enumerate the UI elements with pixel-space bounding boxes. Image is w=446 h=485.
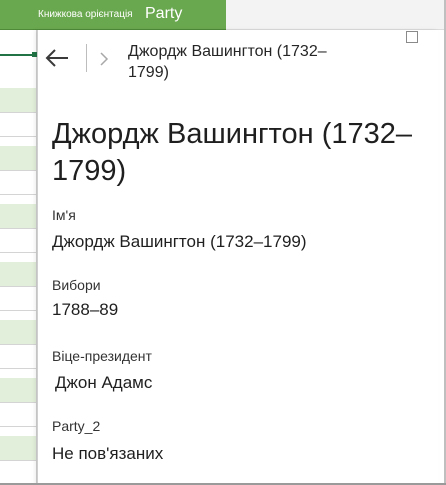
- sheet-row[interactable]: [0, 436, 36, 461]
- sheet-row[interactable]: [0, 378, 36, 403]
- arrow-left-icon: [45, 49, 68, 67]
- spreadsheet-column-strip[interactable]: [0, 30, 37, 485]
- field-label-vice-president: Віце-президент: [52, 348, 152, 364]
- field-value-name: Джордж Вашингтон (1732–1799): [52, 232, 307, 251]
- field-value-party: Не пов'язаних: [52, 444, 164, 463]
- sheet-row[interactable]: [0, 286, 36, 311]
- sheet-row[interactable]: [0, 344, 36, 369]
- forward-button[interactable]: [96, 48, 112, 70]
- chevron-right-icon: [100, 52, 109, 66]
- sheet-row[interactable]: [0, 88, 36, 113]
- sheet-row[interactable]: [0, 228, 36, 253]
- sheet-row[interactable]: [0, 460, 36, 485]
- sheet-row[interactable]: [0, 402, 36, 427]
- field-value-vice-president: Джон Адамс: [55, 373, 153, 392]
- sheet-row[interactable]: [0, 112, 36, 137]
- sheet-row[interactable]: [0, 170, 36, 195]
- sheet-row[interactable]: [0, 262, 36, 287]
- record-card-pane: Джордж Вашингтон (1732–1799) Джордж Ваши…: [37, 30, 438, 485]
- back-button[interactable]: [43, 44, 71, 72]
- nav-separator: [86, 44, 87, 72]
- tab-party[interactable]: Party: [145, 5, 182, 23]
- field-label-party: Party_2: [52, 418, 101, 434]
- sheet-row[interactable]: [0, 320, 36, 345]
- sheet-row[interactable]: [0, 204, 36, 229]
- sheet-row[interactable]: [0, 30, 36, 55]
- card-header-title: Джордж Вашингтон (1732–1799): [128, 43, 327, 81]
- sheet-row[interactable]: [0, 146, 36, 171]
- tab-page-orientation[interactable]: Книжкова орієнтація: [38, 9, 133, 20]
- field-label-name: Ім'я: [52, 207, 76, 223]
- field-label-elections: Вибори: [52, 277, 101, 293]
- ribbon-bar: Книжкова орієнтація Party: [0, 0, 226, 30]
- cell-selection-border: [0, 54, 34, 56]
- ribbon-empty-area: [226, 0, 446, 30]
- page-title: Джордж Вашингтон (1732–1799): [52, 118, 412, 187]
- maximize-icon[interactable]: [406, 31, 418, 43]
- field-value-elections: 1788–89: [52, 300, 119, 319]
